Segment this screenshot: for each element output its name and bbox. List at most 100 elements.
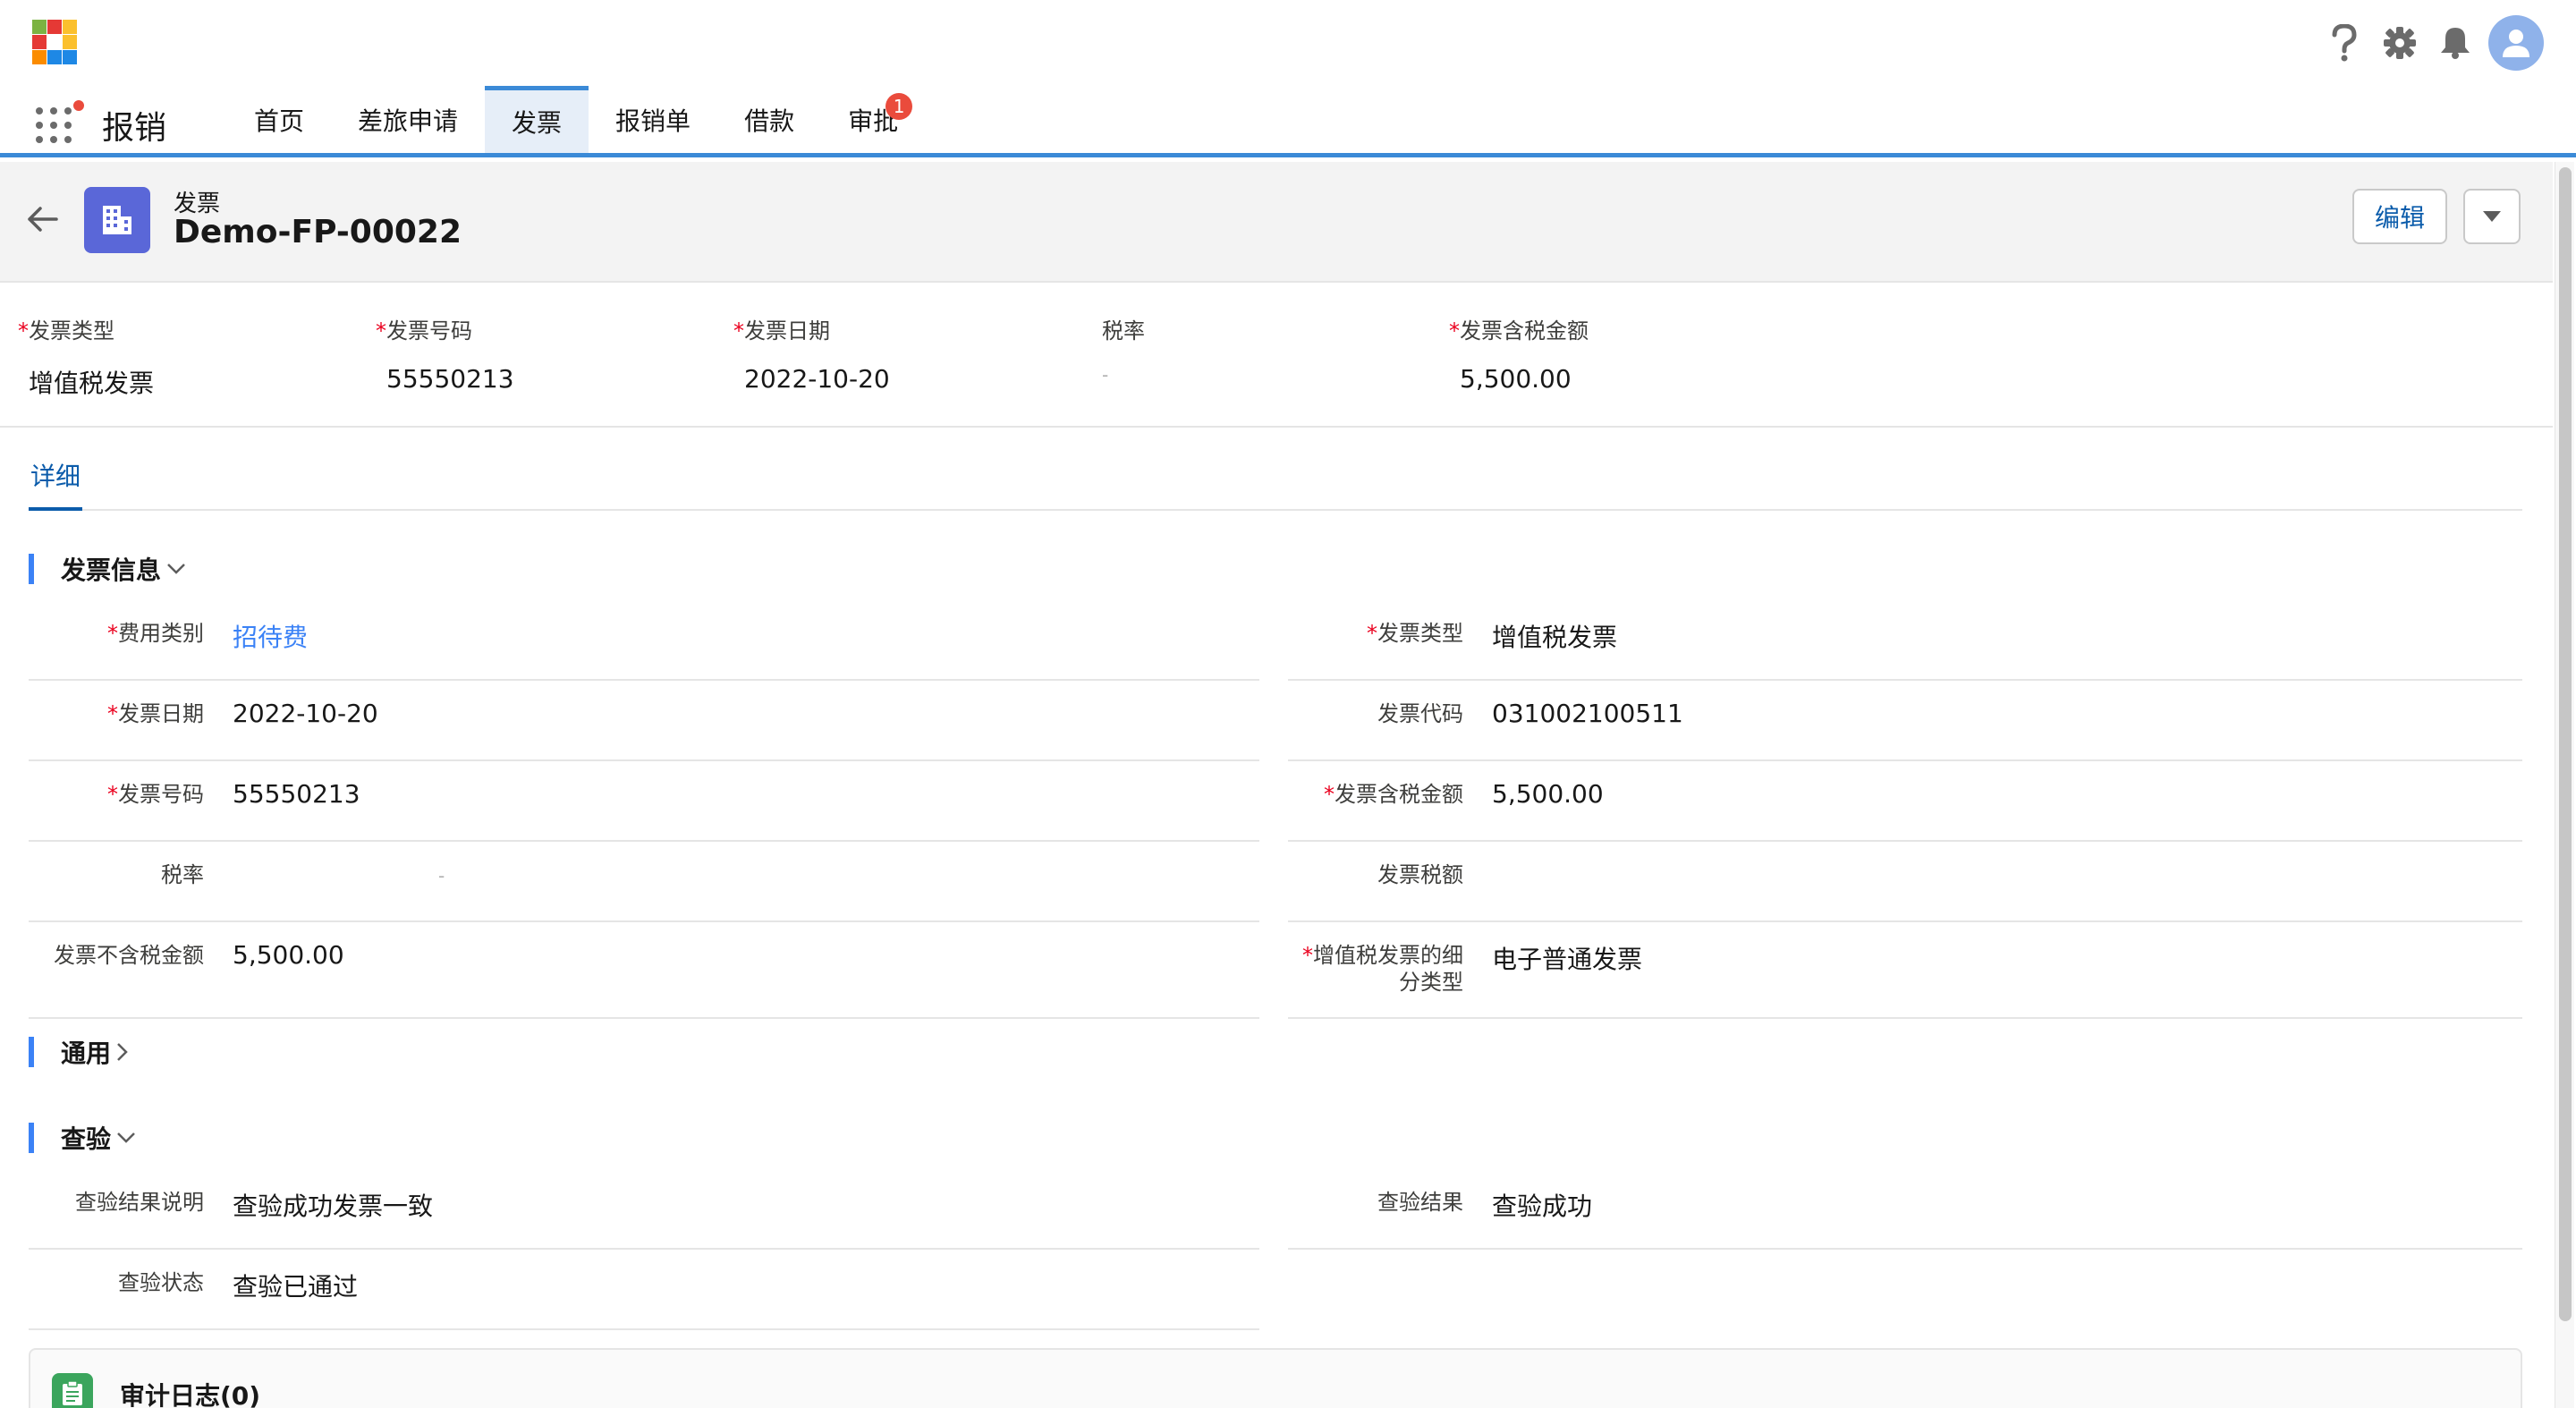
section-title: 发票信息 — [61, 556, 162, 585]
section-title: 查验 — [61, 1124, 112, 1154]
field-verification-status: 查验状态 查验已通过 — [29, 1250, 1259, 1330]
audit-log-card: 审计日志(0) — [29, 1348, 2522, 1408]
highlight-label: *发票号码 — [376, 318, 472, 344]
section-verification[interactable]: 查验 — [29, 1123, 136, 1154]
field-value: 031002100511 — [1492, 699, 1683, 728]
edit-button[interactable]: 编辑 — [2352, 189, 2447, 244]
field-label: 发票不含税金额 — [54, 943, 204, 968]
field-label: *费用类别 — [107, 621, 204, 646]
field-tax-amount: 发票税额 — [1288, 842, 2522, 922]
field-label: *发票号码 — [107, 782, 204, 807]
tab-label: 发票 — [512, 108, 563, 138]
field-label: 税率 — [161, 862, 204, 887]
tab-invoice[interactable]: 发票 — [485, 86, 589, 153]
global-header — [0, 0, 2576, 86]
highlight-invoice-date: *发票日期 2022-10-20 — [733, 313, 890, 394]
record-title: Demo-FP-00022 — [174, 214, 462, 250]
field-amount-excl-tax: 发票不含税金额 5,500.00 — [29, 922, 1259, 1019]
field-value: 5,500.00 — [1492, 779, 1604, 809]
gear-icon[interactable] — [2372, 15, 2428, 71]
approval-count-badge: 1 — [886, 93, 913, 120]
field-label: 发票税额 — [1377, 862, 1463, 887]
field-value: 增值税发票 — [1492, 623, 1618, 652]
field-value: 查验成功发票一致 — [233, 1192, 434, 1221]
field-value: 查验成功 — [1492, 1192, 1593, 1221]
field-label: *发票日期 — [107, 701, 204, 726]
highlight-label: *发票含税金额 — [1449, 318, 1589, 344]
highlights-panel: *发票类型 增值税发票 *发票号码 55550213 *发票日期 2022-10… — [0, 284, 2553, 428]
field-verification-note: 查验结果说明 查验成功发票一致 — [29, 1169, 1259, 1250]
highlight-label: 税率 — [1102, 318, 1145, 344]
tab-travel-request[interactable]: 差旅申请 — [331, 86, 485, 153]
tab-label: 借款 — [744, 106, 795, 136]
tab-label: 首页 — [254, 106, 305, 136]
chevron-right-icon — [116, 1042, 129, 1062]
highlight-label: *发票日期 — [733, 318, 830, 344]
highlight-tax-rate: 税率 - — [1102, 313, 1145, 386]
more-actions-button[interactable] — [2463, 189, 2521, 244]
chevron-down-icon — [116, 1132, 136, 1144]
highlight-total-amount: *发票含税金额 5,500.00 — [1449, 313, 1589, 394]
section-title: 通用 — [61, 1039, 112, 1068]
tab-expense-report[interactable]: 报销单 — [589, 86, 717, 153]
caret-down-icon — [2483, 211, 2501, 222]
tab-approval[interactable]: 审批 1 — [821, 86, 925, 153]
field-value: 电子普通发票 — [1492, 945, 1643, 974]
app-launcher-icon[interactable] — [36, 98, 86, 147]
nav-tabs: 首页 差旅申请 发票 报销单 借款 审批 1 — [227, 86, 925, 153]
highlight-value: 增值税发票 — [29, 369, 155, 398]
field-tax-rate: 税率 - — [29, 842, 1259, 922]
field-label: *发票含税金额 — [1324, 782, 1463, 807]
section-accent-bar — [29, 1123, 34, 1153]
highlight-invoice-type: *发票类型 增值税发票 — [18, 313, 154, 400]
field-value: - — [438, 865, 445, 886]
header-utilities — [2317, 14, 2544, 72]
expense-category-link[interactable]: 招待费 — [233, 618, 308, 654]
field-label: *增值税发票的细分类型 — [1302, 943, 1463, 995]
highlight-label: *发票类型 — [18, 318, 114, 344]
record-header: 发票 Demo-FP-00022 编辑 — [0, 162, 2553, 283]
back-arrow-icon[interactable] — [25, 201, 61, 237]
field-invoice-code: 发票代码 031002100511 — [1288, 681, 2522, 761]
field-label: *发票类型 — [1367, 621, 1463, 646]
section-invoice-info[interactable]: 发票信息 — [29, 554, 186, 585]
audit-log-icon — [52, 1373, 93, 1408]
field-label: 查验结果 — [1377, 1190, 1463, 1215]
highlight-value: 2022-10-20 — [744, 364, 890, 394]
field-value: 查验已通过 — [233, 1272, 359, 1302]
record-tabset: 详细 — [29, 457, 2522, 511]
vertical-scrollbar[interactable] — [2555, 162, 2574, 1408]
tab-loan[interactable]: 借款 — [717, 86, 821, 153]
field-invoice-number: *发票号码 55550213 — [29, 761, 1259, 842]
scrollbar-thumb[interactable] — [2559, 167, 2572, 1321]
avatar-icon[interactable] — [2488, 15, 2544, 71]
highlight-value: - — [1102, 364, 1109, 386]
field-label: 发票代码 — [1377, 701, 1463, 726]
section-general[interactable]: 通用 — [29, 1037, 129, 1068]
field-value: 2022-10-20 — [233, 699, 378, 728]
launcher-alert-dot — [72, 98, 86, 113]
bell-icon[interactable] — [2428, 15, 2483, 71]
tab-label: 差旅申请 — [358, 106, 459, 136]
field-expense-category: *费用类别 招待费 — [29, 600, 1259, 681]
app-grid-logo — [32, 20, 77, 64]
field-vat-subtype: *增值税发票的细分类型 电子普通发票 — [1288, 922, 2522, 1019]
record-page: 发票 Demo-FP-00022 编辑 *发票类型 增值税发票 *发票号码 55… — [0, 162, 2553, 1408]
tab-home[interactable]: 首页 — [227, 86, 331, 153]
highlight-value: 55550213 — [386, 364, 514, 394]
field-value: 55550213 — [233, 779, 360, 809]
section-accent-bar — [29, 1037, 34, 1067]
field-label: 查验状态 — [118, 1270, 204, 1295]
app-name: 报销 — [102, 110, 167, 147]
highlight-value: 5,500.00 — [1460, 364, 1572, 394]
field-invoice-type: *发票类型 增值税发票 — [1288, 600, 2522, 681]
app-navigation: 报销 首页 差旅申请 发票 报销单 借款 审批 1 — [0, 86, 2576, 157]
chevron-down-icon — [166, 563, 186, 575]
tab-details[interactable]: 详细 — [29, 457, 83, 511]
app-window: 报销 首页 差旅申请 发票 报销单 借款 审批 1 发票 Demo-FP-000… — [0, 0, 2576, 1408]
help-icon[interactable] — [2317, 15, 2372, 71]
tab-label: 报销单 — [615, 106, 691, 136]
field-label: 查验结果说明 — [75, 1190, 204, 1215]
audit-log-title[interactable]: 审计日志(0) — [120, 1377, 260, 1408]
field-invoice-date: *发票日期 2022-10-20 — [29, 681, 1259, 761]
